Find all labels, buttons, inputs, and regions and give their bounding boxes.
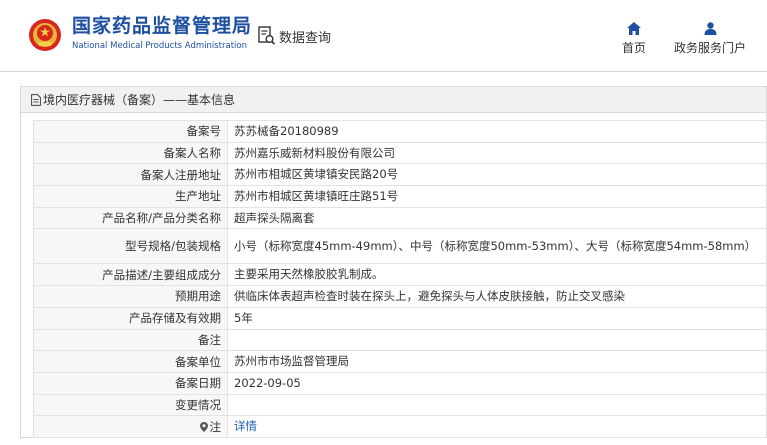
document-icon — [31, 93, 41, 106]
national-emblem-icon — [29, 19, 61, 51]
search-document-icon — [258, 26, 276, 45]
row-label: 产品名称/产品分类名称 — [33, 206, 228, 230]
brand-title-en: National Medical Products Administration — [72, 41, 247, 51]
table-row: 备案人名称 苏州嘉乐威新材料股份有限公司 — [33, 141, 767, 165]
details-cell: 详情 — [227, 415, 767, 438]
row-label: 产品描述/主要组成成分 — [33, 263, 228, 287]
row-value: 供临床体表超声检查时装在探头上，避免探头与人体皮肤接触，防止交叉感染 — [227, 285, 767, 308]
row-label: 备案单位 — [33, 350, 228, 373]
nav-portal-label: 政务服务门户 — [673, 41, 746, 55]
nav-home-label: 首页 — [621, 41, 646, 55]
table-row: 产品存储及有效期 5年 — [33, 306, 767, 330]
row-label: 备案日期 — [33, 371, 228, 395]
home-icon — [627, 22, 641, 35]
record-panel: 境内医疗器械（备案）——基本信息 备案号 苏苏械备20180989 备案人名称 … — [20, 86, 767, 438]
note-label-cell: 注 — [33, 415, 228, 438]
table-row: 注 详情 — [33, 415, 767, 438]
row-label: 注 — [209, 419, 222, 434]
row-value — [227, 328, 767, 352]
user-icon — [704, 22, 716, 35]
row-value: 小号（标称宽度45mm-49mm）、中号（标称宽度50mm-53mm）、大号（标… — [227, 228, 767, 265]
row-value: 5年 — [227, 306, 767, 330]
row-label: 备案号 — [33, 120, 228, 143]
row-label: 型号规格/包装规格 — [33, 228, 228, 265]
brand-title-cn: 国家药品监督管理局 — [72, 15, 253, 37]
table-row: 产品描述/主要组成成分 主要采用天然橡胶胶乳制成。 — [33, 263, 767, 287]
row-label: 预期用途 — [33, 285, 228, 308]
site-header: 国家药品监督管理局 National Medical Products Admi… — [0, 0, 767, 72]
row-label: 产品存储及有效期 — [33, 306, 228, 330]
data-query-label: 数据查询 — [279, 30, 332, 46]
details-link[interactable]: 详情 — [234, 419, 257, 433]
table-row: 备案号 苏苏械备20180989 — [33, 120, 767, 143]
row-value: 2022-09-05 — [227, 371, 767, 395]
table-row: 预期用途 供临床体表超声检查时装在探头上，避免探头与人体皮肤接触，防止交叉感染 — [33, 285, 767, 308]
row-value: 超声探头隔离套 — [227, 206, 767, 230]
row-value: 苏州市相城区黄埭镇旺庄路51号 — [227, 185, 767, 208]
table-row: 备案单位 苏州市市场监督管理局 — [33, 350, 767, 373]
table-row: 备注 — [33, 328, 767, 352]
row-value: 苏州嘉乐威新材料股份有限公司 — [227, 141, 767, 165]
basic-info-table: 备案号 苏苏械备20180989 备案人名称 苏州嘉乐威新材料股份有限公司 备案… — [33, 120, 767, 438]
location-pin-icon — [199, 421, 208, 432]
row-value: 苏州市市场监督管理局 — [227, 350, 767, 373]
table-row: 产品名称/产品分类名称 超声探头隔离套 — [33, 206, 767, 230]
table-row: 生产地址 苏州市相城区黄埭镇旺庄路51号 — [33, 185, 767, 208]
data-query-link[interactable]: 数据查询 — [258, 26, 331, 46]
row-value — [227, 393, 767, 417]
row-label: 备案人注册地址 — [33, 163, 228, 187]
brand[interactable]: 国家药品监督管理局 National Medical Products Admi… — [72, 14, 252, 51]
table-row: 备案日期 2022-09-05 — [33, 371, 767, 395]
panel-header: 境内医疗器械（备案）——基本信息 — [21, 87, 766, 113]
table-row: 型号规格/包装规格 小号（标称宽度45mm-49mm）、中号（标称宽度50mm-… — [33, 228, 767, 265]
row-value: 主要采用天然橡胶胶乳制成。 — [227, 263, 767, 287]
panel-title: 境内医疗器械（备案）——基本信息 — [43, 93, 236, 107]
nav-service-portal[interactable]: 政务服务门户 — [668, 22, 752, 56]
table-row: 备案人注册地址 苏州市相城区黄埭镇安民路20号 — [33, 163, 767, 187]
row-label: 生产地址 — [33, 185, 228, 208]
row-label: 变更情况 — [33, 393, 228, 417]
nav-home[interactable]: 首页 — [614, 22, 654, 56]
row-label: 备注 — [33, 328, 228, 352]
row-label: 备案人名称 — [33, 141, 228, 165]
row-value: 苏州市相城区黄埭镇安民路20号 — [227, 163, 767, 187]
row-value: 苏苏械备20180989 — [227, 120, 767, 143]
table-row: 变更情况 — [33, 393, 767, 417]
